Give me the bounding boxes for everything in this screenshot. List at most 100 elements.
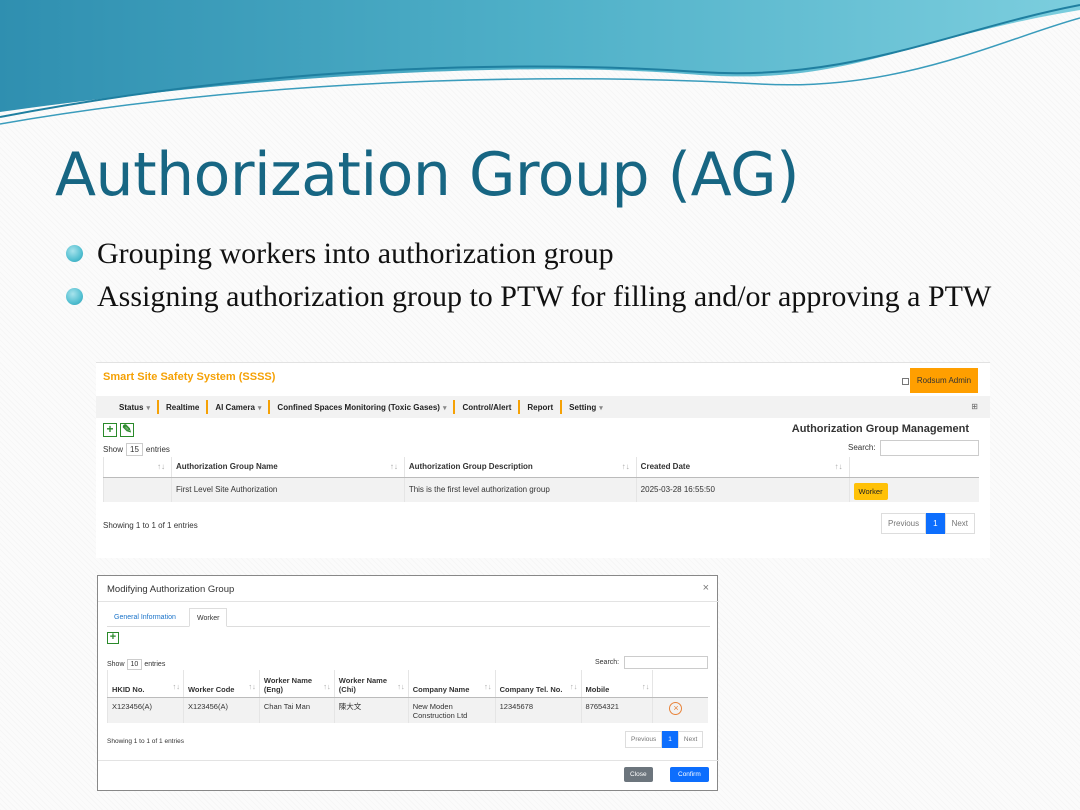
chevron-down-icon: ▾ xyxy=(442,404,447,412)
add-worker-icon[interactable]: + xyxy=(107,632,119,644)
add-icon[interactable]: + xyxy=(103,423,117,437)
nav-realtime[interactable]: Realtime xyxy=(159,403,206,412)
modify-ag-modal: Modifying Authorization Group × General … xyxy=(97,575,719,791)
search-label: Search: xyxy=(595,659,620,666)
bullet-list: Grouping workers into authorization grou… xyxy=(66,236,1026,322)
page-title: Authorization Group Management xyxy=(791,423,969,435)
fullscreen-icon[interactable]: ⊞ xyxy=(971,402,978,411)
entries-label: entries xyxy=(145,445,170,454)
app-brand[interactable]: Smart Site Safety System (SSSS) xyxy=(103,371,275,383)
nav-status[interactable]: Status ▾ xyxy=(112,403,157,412)
mobile-cell: 87654321 xyxy=(580,697,653,723)
worker-name-chi-cell: 陳大文 xyxy=(333,697,409,723)
created-date-cell: 2025-03-28 16:55:50 xyxy=(635,477,850,502)
ag-table: ↑↓ Authorization Group Name ↑↓ Authorizat… xyxy=(103,457,979,502)
column-header[interactable]: Worker Name (Eng) ↑↓ xyxy=(258,670,335,698)
table-info: Showing 1 to 1 of 1 entries xyxy=(103,521,198,530)
sort-icon: ↑↓ xyxy=(323,682,331,691)
modal-title: Modifying Authorization Group xyxy=(107,584,235,595)
divider xyxy=(98,601,719,602)
column-header-actions xyxy=(848,457,979,478)
nav-control-alert[interactable]: Control/Alert xyxy=(455,403,518,412)
page-length-control: Show 15 entries xyxy=(103,443,170,456)
entries-label: entries xyxy=(144,661,166,668)
column-header[interactable]: Company Name ↑↓ xyxy=(407,670,496,698)
search-input[interactable] xyxy=(624,656,708,669)
ag-name-cell: First Level Site Authorization xyxy=(170,477,405,502)
row-select-cell[interactable] xyxy=(103,477,172,502)
chevron-down-icon: ▾ xyxy=(257,404,262,412)
next-page-button[interactable]: Next xyxy=(944,513,976,534)
confirm-button[interactable]: Confirm xyxy=(670,767,709,782)
sort-icon: ↑↓ xyxy=(621,462,630,471)
company-tel-cell: 12345678 xyxy=(494,697,582,723)
sort-icon: ↑↓ xyxy=(834,462,843,471)
sort-icon: ↑↓ xyxy=(389,462,398,471)
ag-management-screenshot: Smart Site Safety System (SSSS) Rodsum A… xyxy=(96,362,990,558)
app-header: Smart Site Safety System (SSSS) Rodsum A… xyxy=(96,363,990,393)
page-1-button[interactable]: 1 xyxy=(662,731,678,748)
header-wave-decoration xyxy=(0,0,1080,125)
column-header[interactable]: Mobile ↑↓ xyxy=(580,670,653,698)
sort-icon: ↑↓ xyxy=(570,682,578,691)
chevron-down-icon: ▾ xyxy=(146,404,150,412)
bullet-item: Assigning authorization group to PTW for… xyxy=(66,279,1026,314)
page-length-select[interactable]: 10 xyxy=(126,659,143,670)
next-page-button[interactable]: Next xyxy=(677,731,704,748)
edit-icon[interactable]: ✎ xyxy=(120,423,134,437)
main-nav: Status ▾ Realtime AI Camera ▾ Confined Spa… xyxy=(96,396,990,418)
worker-code-cell: X123456(A) xyxy=(182,697,260,723)
search-input[interactable] xyxy=(880,440,979,456)
actions-cell: Worker xyxy=(848,477,979,502)
page-1-button[interactable]: 1 xyxy=(926,513,945,534)
column-header[interactable]: Created Date ↑↓ xyxy=(635,457,850,478)
tab-worker[interactable]: Worker xyxy=(189,608,228,627)
user-menu-button[interactable]: Rodsum Admin xyxy=(910,368,978,393)
pagination: Previous 1 Next xyxy=(881,513,976,534)
column-header[interactable]: Worker Code ↑↓ xyxy=(182,670,260,698)
table-info: Showing 1 to 1 of 1 entries xyxy=(107,738,184,745)
ag-description-cell: This is the first level authorization gr… xyxy=(403,477,637,502)
worker-name-eng-cell: Chan Tai Man xyxy=(258,697,335,723)
bullet-dot-icon xyxy=(66,288,83,305)
column-header[interactable]: Worker Name (Chi) ↑↓ xyxy=(333,670,409,698)
sort-icon: ↑↓ xyxy=(156,462,165,471)
expand-icon[interactable] xyxy=(902,378,909,385)
column-header[interactable]: HKID No. ↑↓ xyxy=(107,670,184,698)
column-header[interactable]: Company Tel. No. ↑↓ xyxy=(494,670,582,698)
close-icon[interactable]: × xyxy=(703,582,709,594)
sort-icon: ↑↓ xyxy=(641,682,650,691)
slide-title: Authorization Group (AG) xyxy=(55,140,799,210)
column-header-actions xyxy=(652,670,708,698)
pagination: Previous 1 Next xyxy=(625,731,704,748)
modal-tabs: General Information Worker xyxy=(107,608,710,627)
column-header[interactable]: Authorization Group Name ↑↓ xyxy=(170,457,405,478)
worker-table: HKID No. ↑↓ Worker Code ↑↓ Worker Name (En… xyxy=(107,670,708,723)
worker-button[interactable]: Worker xyxy=(853,483,888,501)
page-length-control: Show 10 entries xyxy=(107,659,165,670)
table-row[interactable]: First Level Site Authorization This is t… xyxy=(103,477,979,502)
nav-setting[interactable]: Setting ▾ xyxy=(562,403,610,412)
sort-icon: ↑↓ xyxy=(397,682,405,691)
tab-general-information[interactable]: General Information xyxy=(107,608,183,627)
table-row[interactable]: X123456(A) X123456(A) Chan Tai Man 陳大文 N… xyxy=(107,697,708,723)
company-name-cell: New Moden Construction Ltd xyxy=(407,697,496,723)
remove-icon[interactable]: × xyxy=(669,701,683,715)
bullet-dot-icon xyxy=(66,245,83,262)
previous-page-button[interactable]: Previous xyxy=(625,731,663,748)
search-label: Search: xyxy=(848,443,876,452)
toolbar: + ✎ xyxy=(103,423,134,437)
nav-report[interactable]: Report xyxy=(520,403,560,412)
nav-confined-spaces[interactable]: Confined Spaces Monitoring (Toxic Gases)… xyxy=(270,403,453,412)
column-header[interactable]: Authorization Group Description ↑↓ xyxy=(403,457,637,478)
hkid-cell: X123456(A) xyxy=(107,697,184,723)
close-button[interactable]: Close xyxy=(624,767,653,782)
page-length-select[interactable]: 15 xyxy=(126,443,143,456)
sort-icon: ↑↓ xyxy=(484,682,492,691)
nav-ai-camera[interactable]: AI Camera ▾ xyxy=(208,403,268,412)
previous-page-button[interactable]: Previous xyxy=(881,513,927,534)
bullet-text: Assigning authorization group to PTW for… xyxy=(97,280,992,313)
show-label: Show xyxy=(107,661,125,668)
column-header-select[interactable]: ↑↓ xyxy=(103,457,172,478)
divider xyxy=(98,760,719,761)
